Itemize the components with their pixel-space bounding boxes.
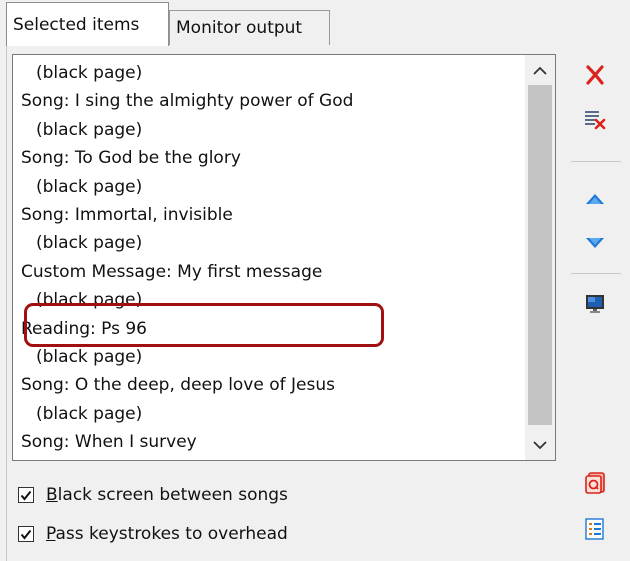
list-item[interactable]: Song: When I survey <box>21 428 197 456</box>
properties-list-button[interactable] <box>565 512 625 550</box>
list-item[interactable]: (black page) <box>36 173 142 201</box>
clear-list-button[interactable] <box>565 102 625 140</box>
vertical-scrollbar[interactable] <box>525 55 555 460</box>
move-down-button[interactable] <box>565 224 625 262</box>
black-screen-checkbox[interactable] <box>18 487 34 503</box>
list-item[interactable]: (black page) <box>36 116 142 144</box>
pass-keystrokes-checkbox[interactable] <box>18 526 34 542</box>
list-item[interactable]: (black page) <box>36 229 142 257</box>
blue-arrow-up-icon <box>585 192 605 211</box>
list-item-highlighted[interactable]: Custom Message: My first message <box>21 258 322 286</box>
tab-label: Monitor output <box>176 18 303 38</box>
list-item[interactable]: (black page) <box>36 343 142 371</box>
tab-label: Selected items <box>13 14 140 35</box>
list-item[interactable]: (black page) <box>36 59 142 87</box>
list-item[interactable]: (black page) <box>36 400 142 428</box>
tab-monitor-output[interactable]: Monitor output <box>169 10 330 45</box>
black-screen-option[interactable]: Black screen between songs <box>18 482 288 508</box>
black-screen-label: Black screen between songs <box>46 485 288 505</box>
list-properties-icon <box>584 518 606 544</box>
move-up-button[interactable] <box>565 182 625 220</box>
monitor-icon <box>584 293 606 319</box>
accelerator-key: B <box>46 485 58 505</box>
list-item[interactable]: Song: To God be the glory <box>21 144 241 172</box>
pass-keystrokes-label: Pass keystrokes to overhead <box>46 524 288 544</box>
list-item[interactable]: (black page) <box>36 457 142 460</box>
chevron-down-icon[interactable] <box>525 430 555 460</box>
delete-item-button[interactable] <box>565 58 625 96</box>
clear-list-icon <box>583 108 607 134</box>
red-x-icon <box>584 64 606 90</box>
list-item[interactable]: Song: I sing the almighty power of God <box>21 87 353 115</box>
tab-strip: Selected items Monitor output <box>0 0 630 46</box>
accelerator-key: P <box>46 524 56 544</box>
overhead-settings-button[interactable] <box>565 466 625 504</box>
show-on-monitor-button[interactable] <box>565 287 625 325</box>
highlight-annotation <box>24 303 384 347</box>
list-item[interactable]: Song: Immortal, invisible <box>21 201 233 229</box>
list-item[interactable]: Song: O the deep, deep love of Jesus <box>21 371 335 399</box>
scrollbar-thumb[interactable] <box>528 85 552 425</box>
overhead-icon <box>583 471 607 499</box>
toolbar-separator <box>571 273 621 274</box>
toolbar-separator <box>571 161 621 162</box>
blue-arrow-down-icon <box>585 234 605 253</box>
pass-keystrokes-option[interactable]: Pass keystrokes to overhead <box>18 521 288 547</box>
selected-items-list[interactable]: (black page) Song: I sing the almighty po… <box>12 54 556 461</box>
label-text: ass keystrokes to overhead <box>55 524 288 544</box>
side-toolbar <box>565 54 625 554</box>
label-text: lack screen between songs <box>57 485 288 505</box>
tab-selected-items[interactable]: Selected items <box>6 2 169 46</box>
checkmark-icon <box>20 529 32 540</box>
chevron-up-icon[interactable] <box>525 55 555 85</box>
checkmark-icon <box>20 490 32 501</box>
